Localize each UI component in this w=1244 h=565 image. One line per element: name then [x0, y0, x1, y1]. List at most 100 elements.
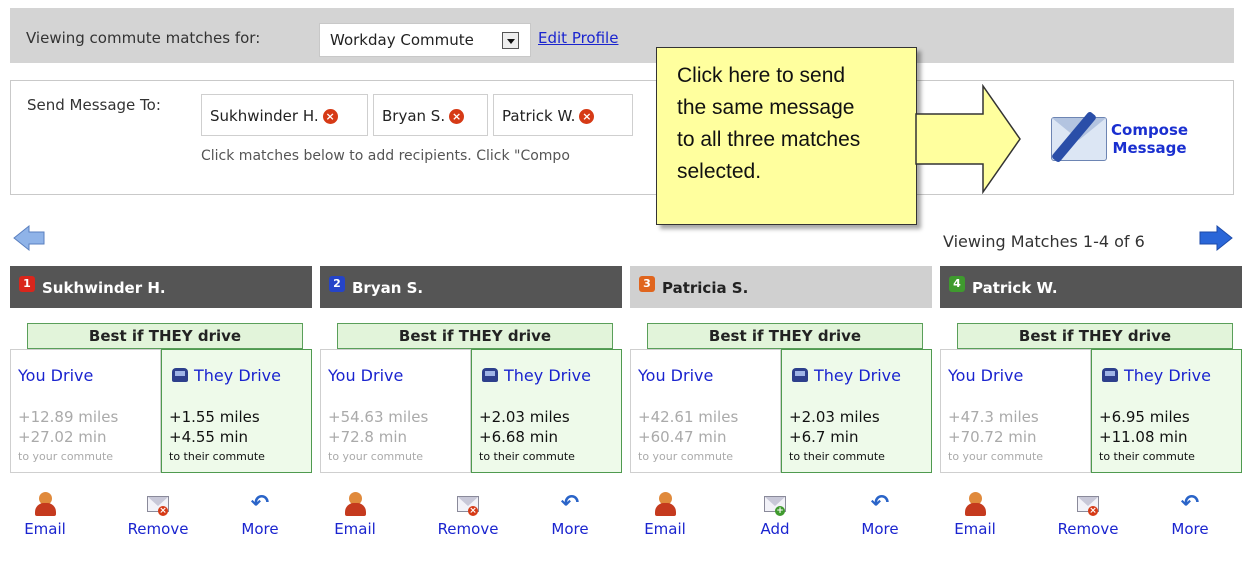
- more-button[interactable]: ↶ More: [845, 492, 915, 539]
- you-minutes: +27.02 min: [18, 428, 107, 446]
- you-drive-link[interactable]: You Drive: [948, 366, 1023, 385]
- email-label: Email: [954, 520, 996, 538]
- remove-button[interactable]: × Remove: [433, 492, 503, 538]
- they-drive-link[interactable]: They Drive: [792, 366, 901, 385]
- you-miles: +42.61 miles: [638, 408, 739, 426]
- more-arrow-icon: ↶: [560, 491, 580, 516]
- person-icon: [653, 492, 677, 516]
- they-drive-label: They Drive: [1124, 366, 1211, 385]
- they-drive-panel: They Drive +2.03 miles +6.7 min to their…: [781, 349, 932, 473]
- match-name: Patricia S.: [662, 279, 749, 297]
- arrow-right-icon[interactable]: [1198, 224, 1234, 252]
- match-number-badge: 3: [639, 276, 655, 292]
- send-message-label: Send Message To:: [27, 96, 161, 114]
- more-label: More: [551, 520, 589, 538]
- best-option-label: Best if THEY drive: [957, 323, 1233, 349]
- match-header[interactable]: 1 Sukhwinder H.: [10, 266, 312, 308]
- they-drive-label: They Drive: [504, 366, 591, 385]
- match-header[interactable]: 2 Bryan S.: [320, 266, 622, 308]
- compose-label: Compose Message: [1111, 121, 1188, 157]
- more-button[interactable]: ↶ More: [225, 491, 295, 539]
- they-miles: +2.03 miles: [789, 408, 880, 426]
- match-name: Patrick W.: [972, 279, 1058, 297]
- they-note: to their commute: [1099, 450, 1195, 463]
- you-drive-panel: You Drive +47.3 miles +70.72 min to your…: [940, 349, 1091, 473]
- more-button[interactable]: ↶ More: [535, 491, 605, 539]
- you-note: to your commute: [948, 450, 1044, 463]
- more-button[interactable]: ↶ More: [1155, 491, 1225, 539]
- they-drive-link[interactable]: They Drive: [172, 366, 281, 385]
- they-minutes: +4.55 min: [169, 428, 249, 446]
- add-button[interactable]: + Add: [740, 492, 810, 538]
- match-header[interactable]: 4 Patrick W.: [940, 266, 1242, 308]
- recipient-chip[interactable]: Sukhwinder H. ×: [201, 94, 368, 136]
- mail-remove-icon: ×: [146, 492, 170, 516]
- more-arrow-icon: ↶: [1180, 491, 1200, 516]
- they-note: to their commute: [479, 450, 575, 463]
- they-miles: +2.03 miles: [479, 408, 570, 426]
- car-icon: [792, 368, 808, 382]
- recipient-chip[interactable]: Bryan S. ×: [373, 94, 488, 136]
- compose-line2: Message: [1112, 139, 1187, 157]
- more-arrow-icon: ↶: [250, 491, 270, 516]
- they-drive-panel: They Drive +6.95 miles +11.08 min to the…: [1091, 349, 1242, 473]
- match-header[interactable]: 3 Patricia S.: [630, 266, 932, 308]
- email-button[interactable]: Email: [940, 492, 1010, 538]
- you-minutes: +72.8 min: [328, 428, 408, 446]
- match-card: 4 Patrick W. Best if THEY drive You Driv…: [940, 266, 1242, 565]
- close-circle-icon[interactable]: ×: [449, 109, 465, 124]
- mail-remove-icon: ×: [456, 492, 480, 516]
- match-card: 1 Sukhwinder H. Best if THEY drive You D…: [10, 266, 312, 565]
- close-circle-icon[interactable]: ×: [579, 109, 595, 124]
- recipient-name: Bryan S.: [382, 107, 446, 125]
- they-drive-link[interactable]: They Drive: [482, 366, 591, 385]
- recipient-hint: Click matches below to add recipients. C…: [201, 148, 570, 164]
- send-message-panel: Send Message To: Sukhwinder H. × Bryan S.…: [10, 80, 1234, 195]
- you-minutes: +60.47 min: [638, 428, 727, 446]
- you-drive-panel: You Drive +12.89 miles +27.02 min to you…: [10, 349, 161, 473]
- matches-count: Viewing Matches 1-4 of 6: [943, 232, 1145, 251]
- compose-message-button[interactable]: Compose Message: [1049, 107, 1229, 173]
- you-minutes: +70.72 min: [948, 428, 1037, 446]
- compose-line1: Compose: [1111, 121, 1189, 139]
- they-miles: +1.55 miles: [169, 408, 260, 426]
- you-drive-panel: You Drive +54.63 miles +72.8 min to your…: [320, 349, 471, 473]
- more-label: More: [861, 520, 899, 538]
- they-drive-link[interactable]: They Drive: [1102, 366, 1211, 385]
- you-drive-link[interactable]: You Drive: [18, 366, 93, 385]
- edit-profile-link[interactable]: Edit Profile: [538, 29, 618, 47]
- more-label: More: [1171, 520, 1209, 538]
- match-number-badge: 2: [329, 276, 345, 292]
- callout-arrow-icon: [915, 84, 1021, 194]
- close-circle-icon[interactable]: ×: [322, 109, 338, 124]
- callout-line: to all three matches: [677, 128, 861, 151]
- match-card: 3 Patricia S. Best if THEY drive You Dri…: [630, 266, 932, 565]
- remove-button[interactable]: × Remove: [123, 492, 193, 538]
- email-button[interactable]: Email: [630, 492, 700, 538]
- recipient-chip[interactable]: Patrick W. ×: [493, 94, 633, 136]
- they-drive-label: They Drive: [194, 366, 281, 385]
- remove-label: Remove: [1057, 520, 1119, 538]
- match-name: Sukhwinder H.: [42, 279, 166, 297]
- remove-button[interactable]: × Remove: [1053, 492, 1123, 538]
- mail-add-icon: +: [763, 492, 787, 516]
- callout-line: the same message: [677, 96, 855, 119]
- you-note: to your commute: [18, 450, 114, 463]
- recipient-name: Patrick W.: [502, 107, 576, 125]
- best-option-label: Best if THEY drive: [647, 323, 923, 349]
- they-note: to their commute: [789, 450, 885, 463]
- you-drive-link[interactable]: You Drive: [638, 366, 713, 385]
- you-drive-link[interactable]: You Drive: [328, 366, 403, 385]
- email-button[interactable]: Email: [10, 492, 80, 538]
- arrow-left-icon[interactable]: [12, 224, 46, 252]
- you-note: to your commute: [638, 450, 734, 463]
- dropdown-arrow-icon[interactable]: [502, 32, 519, 49]
- email-label: Email: [644, 520, 686, 538]
- you-miles: +47.3 miles: [948, 408, 1039, 426]
- they-minutes: +6.68 min: [479, 428, 559, 446]
- car-icon: [172, 368, 188, 382]
- profile-select[interactable]: Workday Commute: [319, 23, 531, 57]
- match-card: 2 Bryan S. Best if THEY drive You Drive …: [320, 266, 622, 565]
- mail-remove-icon: ×: [1076, 492, 1100, 516]
- email-button[interactable]: Email: [320, 492, 390, 538]
